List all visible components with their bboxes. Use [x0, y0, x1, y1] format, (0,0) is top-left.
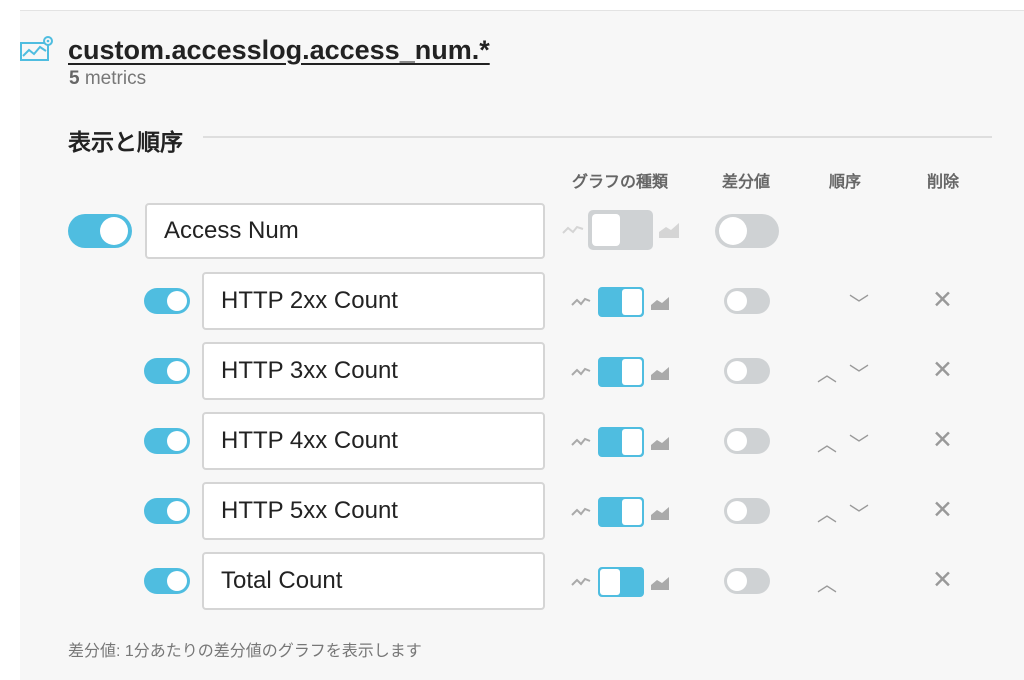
move-up-button[interactable]: ︿: [817, 568, 837, 597]
metric-count-label: metrics: [84, 68, 147, 89]
metric-count: 5 metrics: [69, 68, 146, 90]
group-diff-toggle[interactable]: [715, 214, 779, 248]
line-chart-icon: [571, 507, 591, 516]
visibility-toggle[interactable]: [144, 498, 190, 524]
metric-settings-panel: custom.accesslog.access_num.* 5 metrics …: [20, 11, 1024, 680]
metric-row: HTTP 3xx Count ︿ ﹀ ✕: [20, 341, 1024, 401]
line-chart-icon: [571, 297, 591, 306]
graph-type-toggle[interactable]: [598, 287, 644, 317]
visibility-toggle[interactable]: [144, 288, 190, 314]
area-chart-icon: [651, 437, 669, 450]
graph-type-toggle[interactable]: [598, 497, 644, 527]
move-up-button[interactable]: ︿: [817, 428, 837, 457]
group-row: Access Num: [20, 201, 1024, 261]
column-header-order: 順序: [828, 174, 861, 191]
move-down-button[interactable]: ﹀: [849, 358, 869, 387]
move-down-button[interactable]: ﹀: [849, 288, 869, 317]
metric-name-input[interactable]: HTTP 3xx Count: [202, 342, 545, 400]
area-chart-icon: [659, 223, 679, 238]
column-header-diff: 差分値: [721, 174, 770, 191]
metric-name-input[interactable]: Total Count: [202, 552, 545, 610]
line-chart-icon: [571, 437, 591, 446]
metric-title-link[interactable]: custom.accesslog.access_num.*: [68, 35, 490, 66]
delete-button[interactable]: ✕: [932, 355, 953, 385]
visibility-toggle[interactable]: [144, 358, 190, 384]
delete-button[interactable]: ✕: [932, 565, 953, 595]
group-graph-type-toggle[interactable]: [588, 210, 653, 250]
diff-toggle[interactable]: [724, 498, 770, 524]
section-divider: [203, 136, 992, 138]
chart-settings-icon: [20, 36, 53, 61]
delete-button[interactable]: ✕: [932, 285, 953, 315]
area-chart-icon: [651, 367, 669, 380]
line-chart-icon: [571, 367, 591, 376]
graph-type-toggle[interactable]: [598, 567, 644, 597]
diff-toggle[interactable]: [724, 288, 770, 314]
metric-row: HTTP 4xx Count ︿ ﹀ ✕: [20, 411, 1024, 471]
move-up-button[interactable]: ︿: [817, 358, 837, 387]
area-chart-icon: [651, 577, 669, 590]
column-header-graph-type: グラフの種類: [571, 174, 668, 191]
group-visibility-toggle[interactable]: [68, 214, 132, 248]
diff-toggle[interactable]: [724, 428, 770, 454]
diff-toggle[interactable]: [724, 568, 770, 594]
area-chart-icon: [651, 507, 669, 520]
visibility-toggle[interactable]: [144, 568, 190, 594]
metric-name-input[interactable]: HTTP 5xx Count: [202, 482, 545, 540]
line-chart-icon: [571, 577, 591, 586]
delete-button[interactable]: ✕: [932, 425, 953, 455]
graph-type-toggle[interactable]: [598, 427, 644, 457]
move-down-button[interactable]: ﹀: [849, 428, 869, 457]
line-chart-icon: [562, 225, 584, 234]
metric-count-number: 5: [69, 68, 80, 89]
move-down-button[interactable]: ﹀: [849, 498, 869, 527]
metric-row: HTTP 5xx Count ︿ ﹀ ✕: [20, 481, 1024, 541]
graph-type-toggle[interactable]: [598, 357, 644, 387]
column-header-delete: 削除: [926, 174, 959, 191]
footnote: 差分値: 1分あたりの差分値のグラフを表示します: [68, 643, 422, 660]
metric-row: HTTP 2xx Count ﹀ ✕: [20, 271, 1024, 331]
group-name-input[interactable]: Access Num: [145, 203, 545, 259]
metric-name-input[interactable]: HTTP 2xx Count: [202, 272, 545, 330]
metric-row: Total Count ︿ ✕: [20, 551, 1024, 611]
area-chart-icon: [651, 297, 669, 310]
diff-toggle[interactable]: [724, 358, 770, 384]
move-up-button[interactable]: ︿: [817, 498, 837, 527]
delete-button[interactable]: ✕: [932, 495, 953, 525]
metric-name-input[interactable]: HTTP 4xx Count: [202, 412, 545, 470]
section-title: 表示と順序: [68, 129, 183, 155]
visibility-toggle[interactable]: [144, 428, 190, 454]
